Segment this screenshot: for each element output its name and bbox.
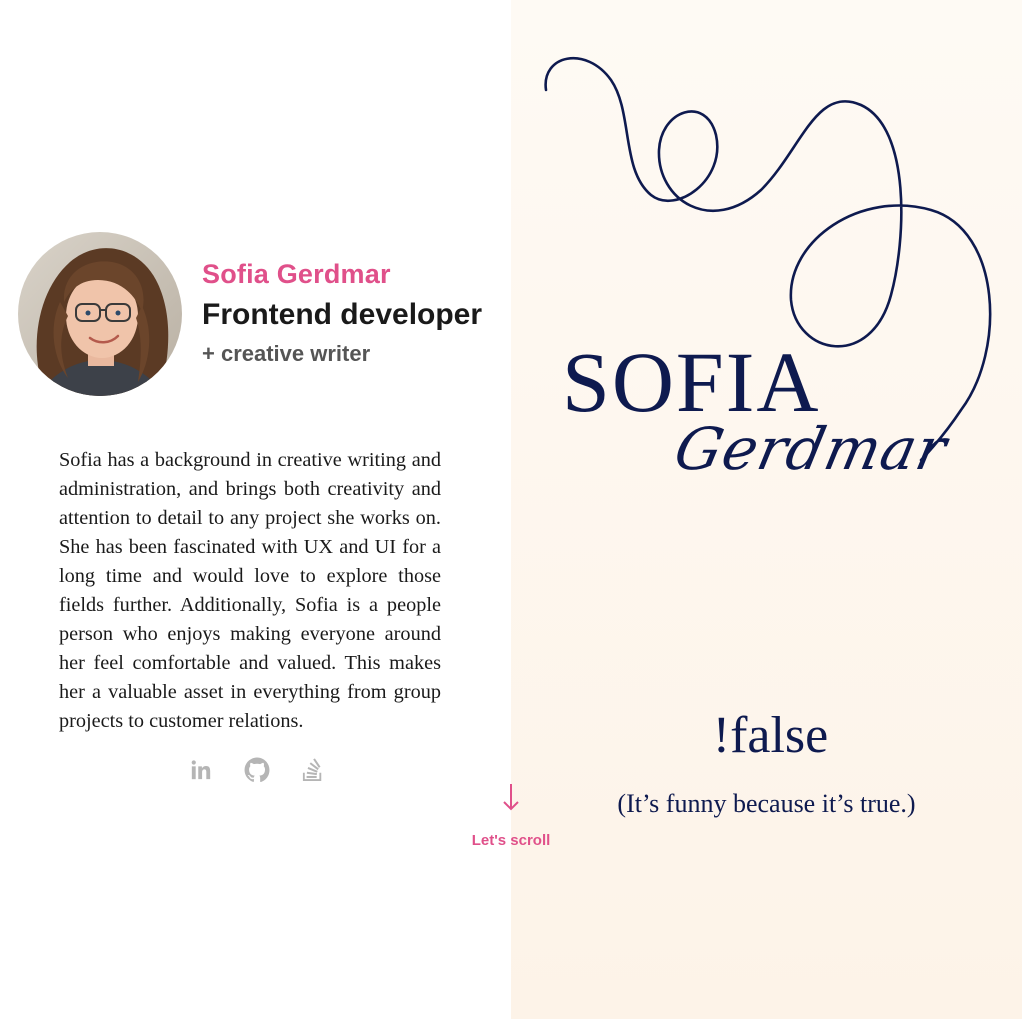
logo-last-name: Gerdmar (668, 415, 954, 483)
scroll-hint[interactable]: Let's scroll (460, 782, 562, 849)
tagline-main: !false (712, 707, 829, 764)
tagline: !false (It’s funny because it’s true.) (511, 706, 1022, 819)
linkedin-link[interactable] (188, 756, 214, 784)
profile-subrole: + creative writer (202, 341, 371, 366)
page: Sofia Gerdmar Frontend developer + creat… (0, 0, 1022, 1019)
scroll-label: Let's scroll (471, 832, 551, 849)
profile-role: Frontend developer (202, 298, 483, 331)
profile-name: Sofia Gerdmar (202, 259, 391, 289)
profile-bio: Sofia has a background in creative writi… (59, 449, 441, 733)
avatar-photo (18, 232, 182, 396)
github-icon (244, 757, 270, 783)
avatar (18, 232, 182, 396)
hero-panel: SOFIA Gerdmar !false (It’s funny because… (511, 0, 1022, 1019)
stackoverflow-icon (302, 758, 322, 781)
github-link[interactable] (244, 756, 270, 784)
profile-panel: Sofia Gerdmar Frontend developer + creat… (0, 0, 511, 1019)
stackoverflow-link[interactable] (300, 756, 326, 784)
arrow-down-icon (503, 784, 519, 811)
tagline-sub: (It’s funny because it’s true.) (617, 789, 916, 818)
social-links (188, 756, 326, 784)
linkedin-icon (191, 760, 211, 780)
